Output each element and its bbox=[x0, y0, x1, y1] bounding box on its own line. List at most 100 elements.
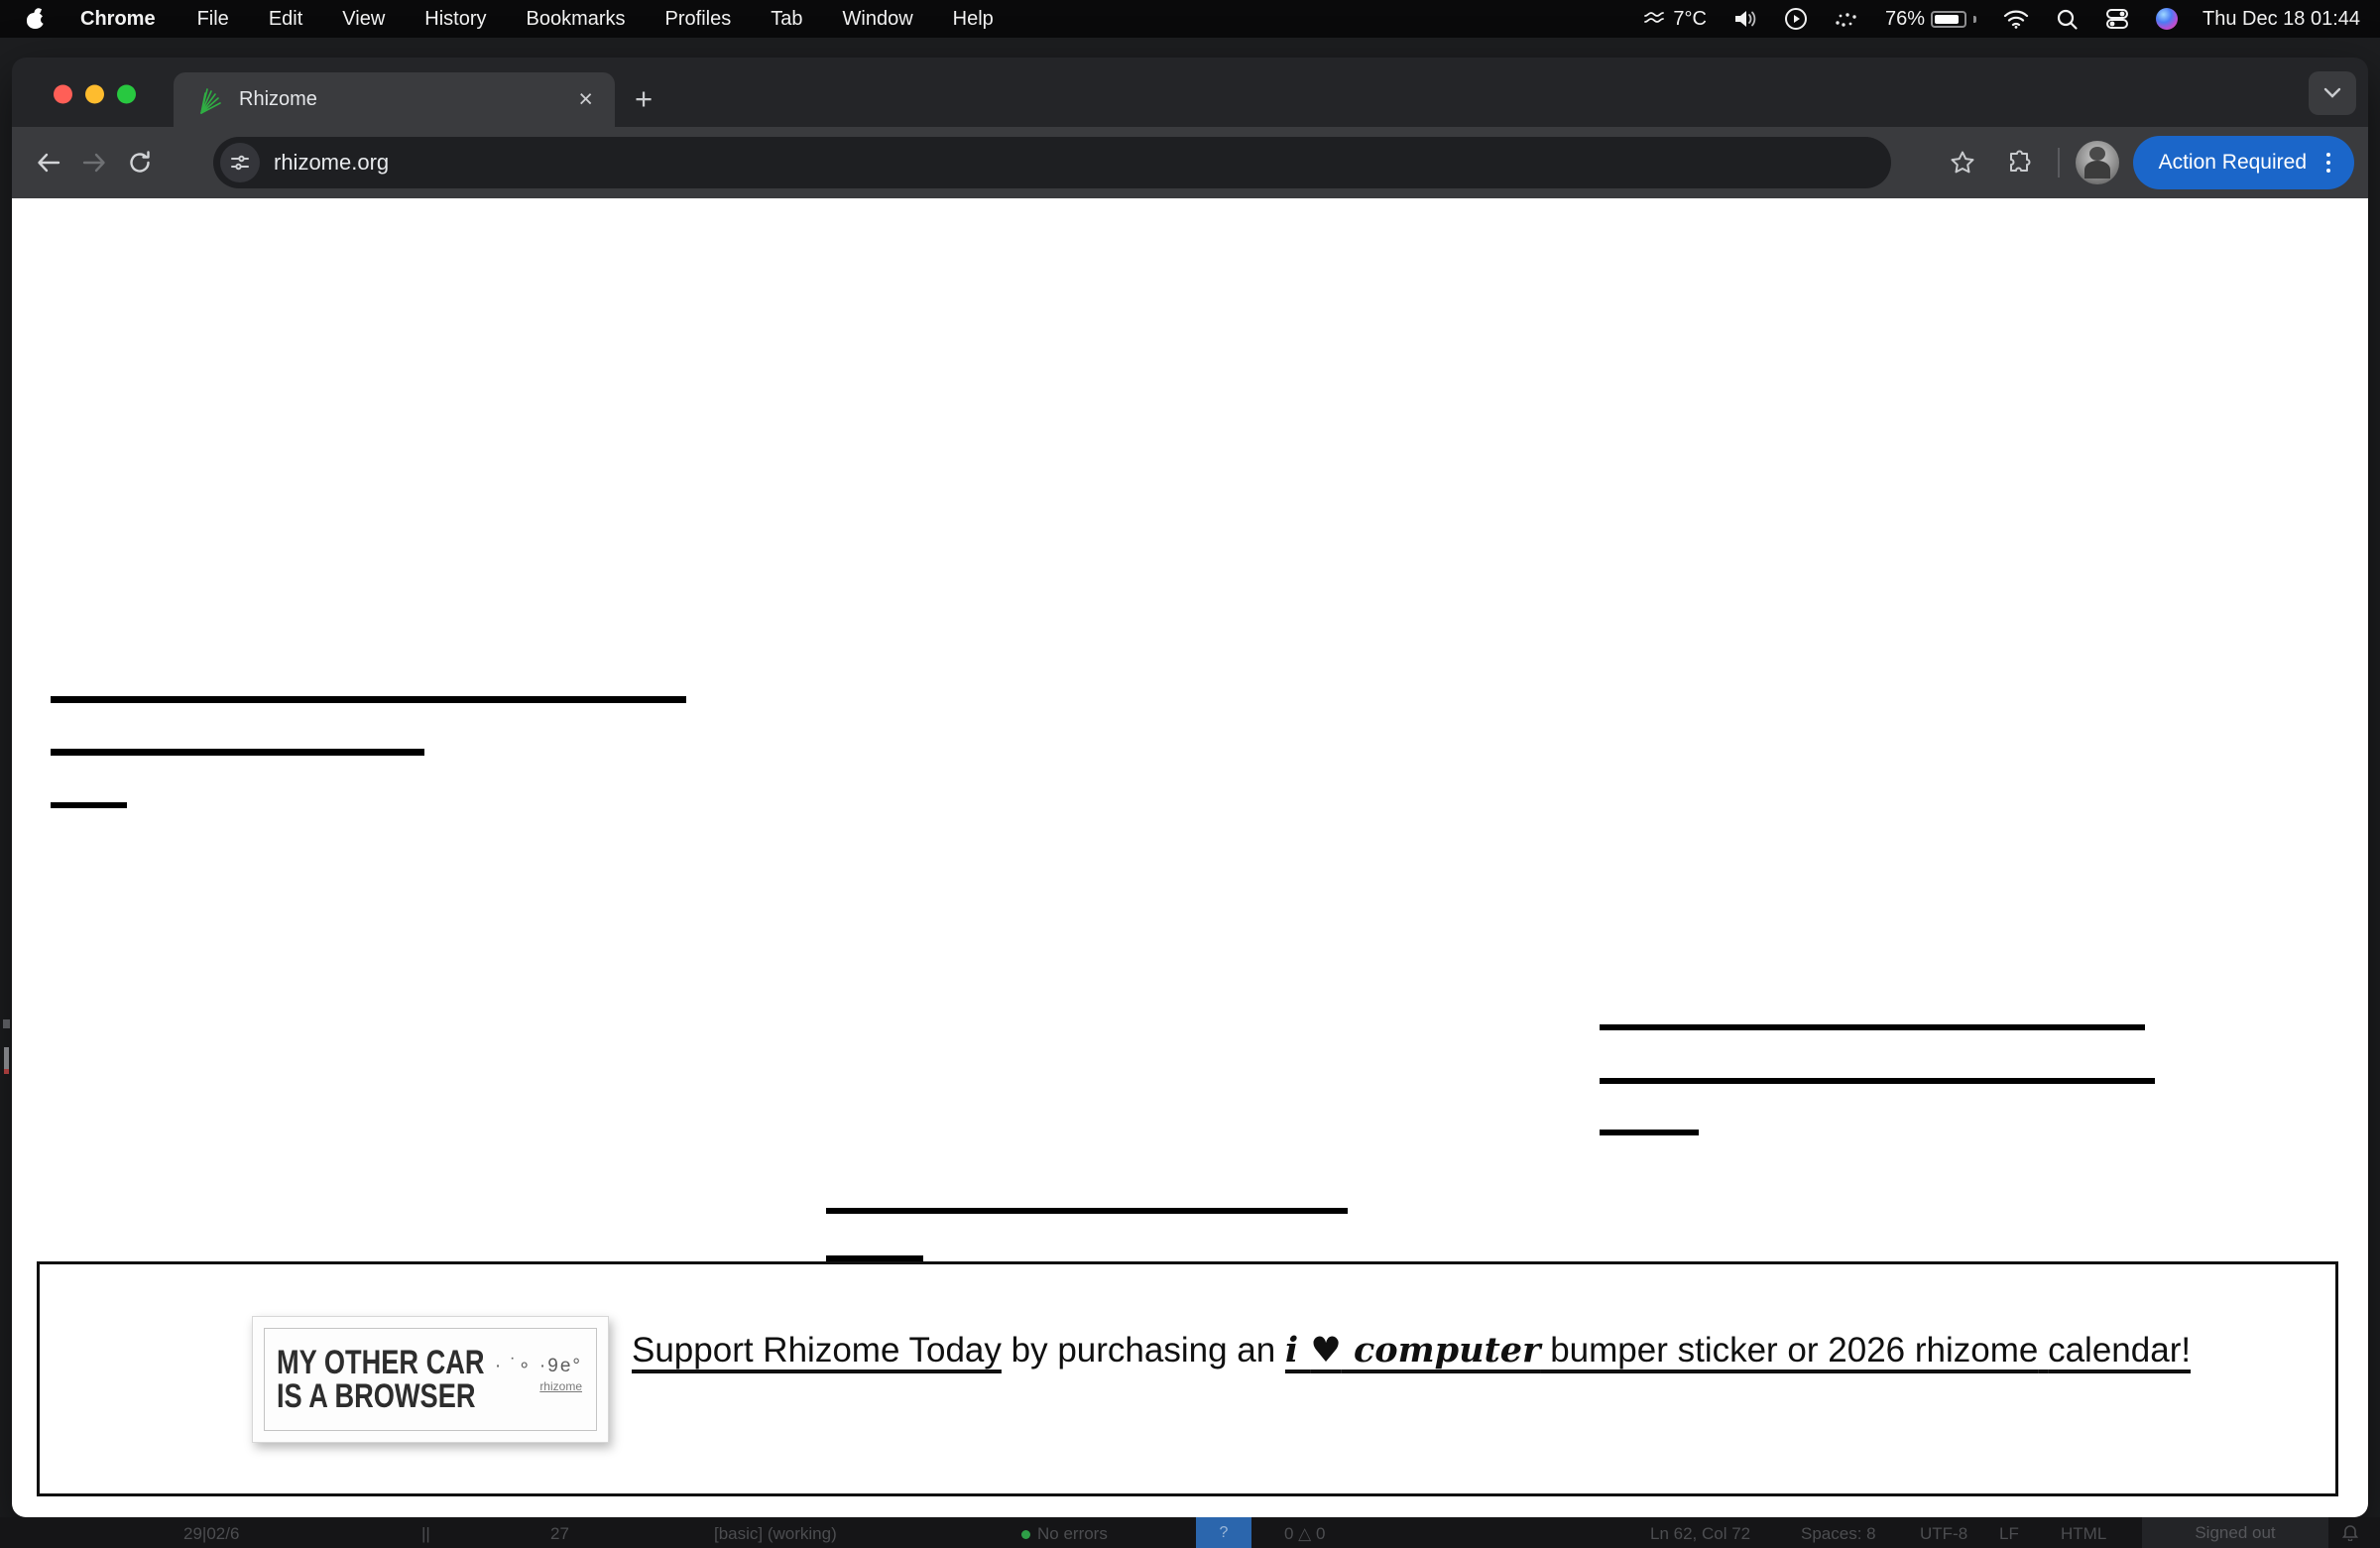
new-tab-button[interactable]: + bbox=[635, 83, 653, 114]
redacted-bar bbox=[1600, 1024, 2145, 1030]
bumper-sticker-image[interactable]: MY OTHER CAR IS A BROWSER · ˙∘ ·9e° rhiz… bbox=[252, 1316, 609, 1443]
action-required-label: Action Required bbox=[2159, 151, 2307, 175]
statusbar-fragment: 0 △ 0 bbox=[1284, 1524, 1325, 1544]
wifi-status[interactable] bbox=[1989, 0, 2043, 38]
back-button[interactable] bbox=[26, 140, 71, 185]
back-arrow-icon bbox=[36, 151, 61, 175]
menu-edit[interactable]: Edit bbox=[249, 0, 322, 38]
background-window-mark bbox=[4, 1069, 9, 1074]
play-circle-icon bbox=[1784, 7, 1808, 31]
dots-menu-status[interactable] bbox=[1821, 0, 1872, 38]
redacted-bar bbox=[1600, 1078, 2155, 1084]
statusbar-fragment: Spaces: 8 bbox=[1801, 1524, 1876, 1544]
tab-rhizome[interactable]: Rhizome × bbox=[174, 72, 615, 127]
statusbar-fragment: HTML bbox=[2061, 1524, 2106, 1544]
menu-bookmarks[interactable]: Bookmarks bbox=[507, 0, 646, 38]
apple-icon[interactable] bbox=[27, 9, 45, 29]
forward-button[interactable] bbox=[71, 140, 117, 185]
menu-file[interactable]: File bbox=[178, 0, 249, 38]
tab-title: Rhizome bbox=[239, 88, 317, 111]
chevron-down-icon bbox=[2322, 87, 2342, 99]
statusbar-fragment: || bbox=[421, 1524, 430, 1544]
remote-indicator: ? bbox=[1196, 1517, 1251, 1548]
rhizome-favicon-icon bbox=[197, 85, 225, 115]
rhizome-logo: · ˙∘ ·9e° rhizome bbox=[473, 1355, 582, 1393]
background-window-mark bbox=[4, 1047, 9, 1069]
menu-chrome[interactable]: Chrome bbox=[59, 0, 178, 38]
statusbar-fragment: 27 bbox=[550, 1524, 569, 1544]
browser-toolbar: rhizome.org Action Required bbox=[12, 127, 2368, 198]
reload-button[interactable] bbox=[117, 140, 163, 185]
menu-view[interactable]: View bbox=[322, 0, 405, 38]
support-banner: MY OTHER CAR IS A BROWSER · ˙∘ ·9e° rhiz… bbox=[37, 1261, 2338, 1496]
search-icon bbox=[2056, 8, 2079, 31]
redacted-bar bbox=[51, 749, 424, 756]
url-text: rhizome.org bbox=[274, 150, 389, 176]
page-content: MY OTHER CAR IS A BROWSER · ˙∘ ·9e° rhiz… bbox=[12, 198, 2368, 1517]
statusbar-fragment: LF bbox=[1999, 1524, 2019, 1544]
tab-search-button[interactable] bbox=[2309, 71, 2356, 115]
statusbar-fragment: Ln 62, Col 72 bbox=[1650, 1524, 1750, 1544]
control-center-icon bbox=[2104, 8, 2130, 30]
banner-plain-text: by purchasing an bbox=[1002, 1331, 1285, 1369]
banner-message: Support Rhizome Today by purchasing an i… bbox=[632, 1324, 2254, 1377]
extensions-button[interactable] bbox=[1998, 141, 2042, 184]
tab-close-icon[interactable]: × bbox=[578, 87, 593, 112]
window-zoom-button[interactable] bbox=[117, 85, 136, 104]
window-minimize-button[interactable] bbox=[85, 85, 104, 104]
menubar-clock[interactable]: Thu Dec 18 01:44 bbox=[2191, 8, 2366, 31]
macos-menu-bar: ChromeFileEditViewHistoryBookmarksProfil… bbox=[0, 0, 2380, 38]
menu-window[interactable]: Window bbox=[823, 0, 933, 38]
tab-strip: Rhizome × + bbox=[12, 58, 2368, 127]
bookmark-star-button[interactable] bbox=[1941, 141, 1984, 184]
redacted-bar bbox=[51, 696, 686, 703]
site-settings-button[interactable] bbox=[220, 143, 260, 182]
siri-status[interactable] bbox=[2143, 0, 2191, 38]
menu-tab[interactable]: Tab bbox=[751, 0, 822, 38]
statusbar-fragment: 29|02/6 bbox=[183, 1524, 239, 1544]
heart-icon: ♥ bbox=[1310, 1331, 1341, 1370]
bumper-sticker-link[interactable]: i ♥ computer bumper sticker or 2026 rhiz… bbox=[1285, 1331, 2191, 1369]
reload-icon bbox=[127, 150, 153, 176]
statusbar-fragment: UTF-8 bbox=[1920, 1524, 1967, 1544]
weather-status[interactable]: 7°C bbox=[1630, 0, 1720, 38]
window-close-button[interactable] bbox=[54, 85, 72, 104]
menu-items: ChromeFileEditViewHistoryBookmarksProfil… bbox=[0, 0, 1013, 38]
redacted-bar bbox=[51, 802, 127, 808]
background-window-mark bbox=[3, 1019, 10, 1028]
battery-status[interactable]: 76% bbox=[1872, 0, 1989, 38]
support-rhizome-link[interactable]: Support Rhizome Today bbox=[632, 1331, 1002, 1369]
menu-history[interactable]: History bbox=[405, 0, 506, 38]
redacted-bar bbox=[1600, 1130, 1699, 1135]
statusbar-fragment: [basic] (working) bbox=[714, 1524, 837, 1544]
temperature-label: 7°C bbox=[1673, 8, 1707, 31]
volume-icon bbox=[1732, 8, 1758, 30]
control-center-status[interactable] bbox=[2091, 0, 2143, 38]
siri-icon bbox=[2156, 8, 2178, 30]
volume-status[interactable] bbox=[1720, 0, 1771, 38]
menu-help[interactable]: Help bbox=[933, 0, 1013, 38]
battery-percent-label: 76% bbox=[1885, 8, 1925, 31]
battery-icon bbox=[1931, 11, 1966, 28]
address-bar[interactable]: rhizome.org bbox=[213, 137, 1891, 188]
action-required-button[interactable]: Action Required bbox=[2133, 136, 2354, 189]
spotlight-status[interactable] bbox=[2043, 0, 2091, 38]
dots-icon bbox=[1834, 8, 1859, 30]
tune-icon bbox=[229, 153, 251, 173]
now-playing-status[interactable] bbox=[1771, 0, 1821, 38]
wind-icon bbox=[1643, 8, 1667, 30]
puzzle-icon bbox=[2007, 150, 2033, 176]
wifi-icon bbox=[2002, 8, 2030, 30]
profile-avatar[interactable] bbox=[2076, 141, 2119, 184]
toolbar-divider bbox=[2058, 148, 2060, 178]
chrome-window: Rhizome × + bbox=[12, 58, 2368, 1517]
background-app-statusbar: ? Signed out 29|02/6 || 27 [basic] (working… bbox=[0, 1517, 2380, 1548]
statusbar-fragment: No errors bbox=[1021, 1524, 1108, 1544]
forward-arrow-icon bbox=[81, 151, 107, 175]
kebab-menu-icon[interactable] bbox=[2320, 149, 2336, 177]
sticker-text: MY OTHER CAR IS A BROWSER bbox=[277, 1346, 485, 1413]
star-icon bbox=[1950, 150, 1975, 176]
signed-out-status: Signed out bbox=[2142, 1517, 2328, 1548]
bell-icon bbox=[2342, 1523, 2358, 1541]
menu-profiles[interactable]: Profiles bbox=[646, 0, 752, 38]
